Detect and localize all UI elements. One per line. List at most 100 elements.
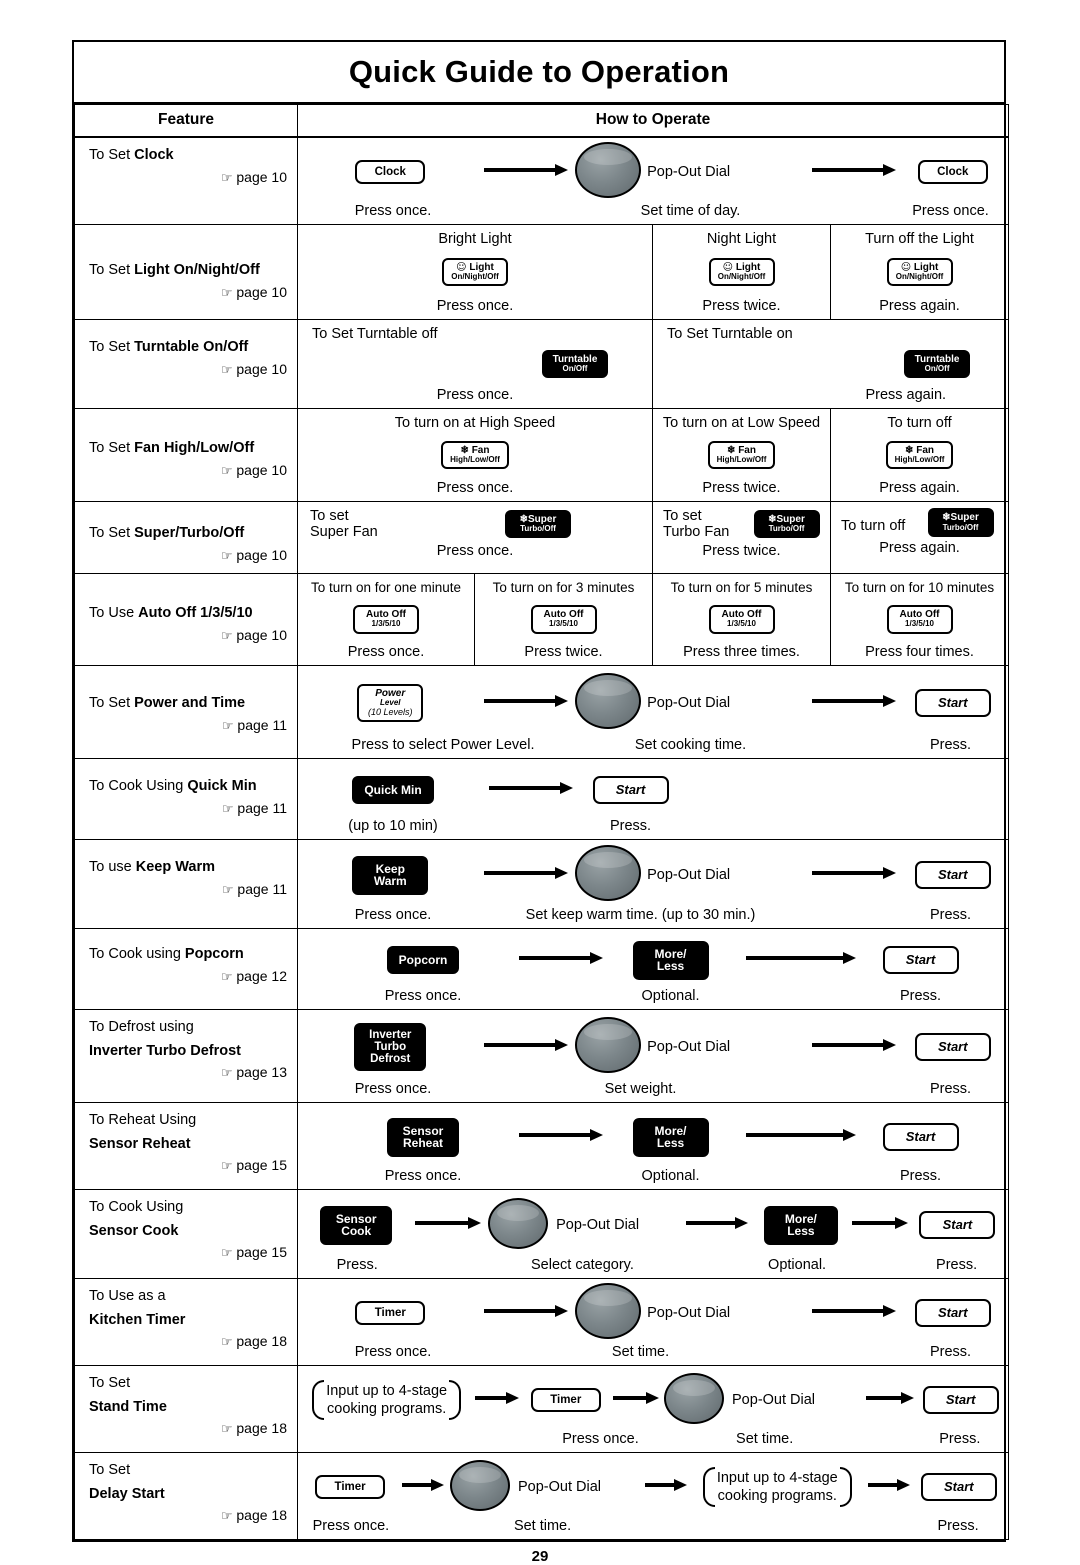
table-row: To Defrost using Inverter Turbo Defrost … bbox=[74, 1009, 1010, 1104]
caption: Press. bbox=[899, 1168, 942, 1185]
caption: Press. bbox=[929, 737, 972, 754]
feature-text-bold: Clock bbox=[134, 147, 174, 163]
quick-min-button[interactable]: Quick Min bbox=[352, 775, 434, 805]
pop-out-dial[interactable] bbox=[575, 845, 642, 902]
feature-text-bold: Light On/Night/Off bbox=[134, 262, 260, 278]
sensor-cook-button[interactable]: Sensor Cook bbox=[320, 1205, 393, 1245]
clock-button[interactable]: Clock bbox=[355, 159, 426, 185]
feature-sensor-reheat: To Reheat Using Sensor Reheat ☞ page 15 bbox=[74, 1102, 298, 1191]
more-less-button[interactable]: More/ Less bbox=[763, 1205, 838, 1245]
fan-button[interactable]: ❄ Fan High/Low/Off bbox=[441, 440, 509, 470]
table-row: To use Keep Warm ☞ page 11 Keep Warm Pop… bbox=[74, 839, 1010, 930]
timer-button[interactable]: Timer bbox=[530, 1388, 601, 1413]
timer-button[interactable]: Timer bbox=[315, 1475, 386, 1500]
light-button[interactable]: ☺ Light On/Night/Off bbox=[886, 257, 953, 287]
feature-auto-off: To Use Auto Off 1/3/5/10 ☞ page 10 bbox=[74, 573, 298, 667]
cooking-program-note: Input up to 4-stage cooking programs. bbox=[702, 1466, 852, 1508]
pop-out-dial[interactable] bbox=[664, 1372, 725, 1424]
start-button[interactable]: Start bbox=[914, 1033, 991, 1061]
pop-out-dial-label: Pop-Out Dial bbox=[647, 1305, 731, 1322]
start-button[interactable]: Start bbox=[592, 776, 669, 804]
start-button[interactable]: Start bbox=[919, 1211, 996, 1239]
pop-out-dial[interactable] bbox=[488, 1197, 549, 1249]
start-button[interactable]: Start bbox=[914, 1299, 991, 1327]
page-reference: ☞ page 11 bbox=[221, 716, 287, 734]
start-button[interactable]: Start bbox=[914, 689, 991, 717]
auto-off-button[interactable]: Auto Off 1/3/5/10 bbox=[353, 604, 419, 634]
auto-off-button[interactable]: Auto Off 1/3/5/10 bbox=[886, 604, 953, 634]
table-row: To Set Light On/Night/Off ☞ page 10 Brig… bbox=[74, 224, 1010, 320]
sensor-reheat-steps: Sensor Reheat More/ Less Start Press onc… bbox=[296, 1102, 1010, 1191]
light-button[interactable]: ☺ Light On/Night/Off bbox=[708, 257, 775, 287]
pop-out-dial[interactable] bbox=[575, 1283, 642, 1340]
more-less-button[interactable]: More/ Less bbox=[632, 1117, 709, 1157]
pop-out-dial[interactable] bbox=[575, 142, 642, 198]
start-button[interactable]: Start bbox=[920, 1473, 997, 1501]
page-reference: ☞ page 15 bbox=[220, 1244, 287, 1262]
feature-text-bold: Super/Turbo/Off bbox=[134, 525, 245, 541]
turntable-off: To Set Turntable off Turntable On/Off Pr… bbox=[297, 319, 653, 409]
pop-out-dial-label: Pop-Out Dial bbox=[647, 164, 731, 180]
page-reference: ☞ page 12 bbox=[220, 967, 287, 985]
feature-text-bold: Fan High/Low/Off bbox=[134, 440, 255, 456]
start-button[interactable]: Start bbox=[882, 1123, 959, 1151]
fan-button[interactable]: ❄ Fan High/Low/Off bbox=[707, 440, 776, 470]
feature-text-pre: To Set bbox=[89, 440, 135, 456]
pop-out-dial-label: Pop-Out Dial bbox=[556, 1217, 640, 1234]
feature-kitchen-timer: To Use as a Kitchen Timer ☞ page 18 bbox=[74, 1278, 298, 1367]
keep-warm-button[interactable]: Keep Warm bbox=[352, 855, 429, 895]
fan-button[interactable]: ❄ Fan High/Low/Off bbox=[885, 440, 954, 470]
popcorn-steps: Popcorn More/ Less Start Press once. Opt… bbox=[296, 928, 1010, 1011]
inverter-turbo-defrost-button[interactable]: Inverter Turbo Defrost bbox=[354, 1023, 427, 1072]
pop-out-dial-label: Pop-Out Dial bbox=[732, 1392, 816, 1409]
feature-quick-min: To Cook Using Quick Min ☞ page 11 bbox=[74, 758, 298, 841]
start-button[interactable]: Start bbox=[882, 946, 959, 974]
caption: Press. bbox=[336, 1257, 378, 1274]
auto-off-button[interactable]: Auto Off 1/3/5/10 bbox=[530, 604, 597, 634]
super-fan: To set Super Fan ❄Super Turbo/Off Press … bbox=[297, 500, 653, 575]
caption: Press once. bbox=[354, 203, 432, 219]
pop-out-dial[interactable] bbox=[449, 1459, 510, 1511]
timer-button[interactable]: Timer bbox=[355, 1301, 426, 1326]
caption: Press twice. bbox=[524, 644, 603, 661]
feature-text-pre: To Cook Using bbox=[89, 1199, 184, 1216]
auto-off-button[interactable]: Auto Off 1/3/5/10 bbox=[708, 604, 775, 634]
super-turbo-button[interactable]: ❄Super Turbo/Off bbox=[927, 508, 994, 537]
pop-out-dial[interactable] bbox=[575, 1017, 642, 1074]
step-label: To turn on for one minute bbox=[310, 580, 462, 596]
table-row: To Set Power and Time ☞ page 11 Power Le… bbox=[74, 665, 1010, 760]
caption: Press once. bbox=[436, 298, 514, 314]
more-less-button[interactable]: More/ Less bbox=[632, 940, 709, 980]
pop-out-dial-label: Pop-Out Dial bbox=[647, 867, 731, 884]
feature-text-bold: Sensor Reheat bbox=[89, 1135, 191, 1152]
feature-text-pre: To Use as a bbox=[89, 1288, 166, 1305]
popcorn-button[interactable]: Popcorn bbox=[386, 945, 460, 975]
feature-text-bold: Sensor Cook bbox=[89, 1222, 179, 1239]
page-reference: ☞ page 18 bbox=[220, 1420, 287, 1438]
sensor-reheat-button[interactable]: Sensor Reheat bbox=[387, 1117, 460, 1157]
stand-time-steps: Input up to 4-stage cooking programs. Ti… bbox=[296, 1365, 1010, 1454]
step-label: Bright Light bbox=[438, 231, 512, 247]
feature-delay-start: To Set Delay Start ☞ page 18 bbox=[74, 1452, 298, 1541]
turntable-button[interactable]: Turntable On/Off bbox=[904, 349, 971, 379]
caption: Press. bbox=[929, 1344, 972, 1361]
power-level-button[interactable]: Power Level (10 Levels) bbox=[357, 683, 424, 723]
turbo-fan: To set Turbo Fan ❄Super Turbo/Off Press … bbox=[652, 500, 831, 575]
pop-out-dial[interactable] bbox=[575, 673, 642, 730]
caption: Set time. bbox=[611, 1344, 670, 1361]
caption: Press once. bbox=[354, 1344, 432, 1361]
page-reference: ☞ page 18 bbox=[220, 1507, 287, 1525]
feature-text-pre: To Reheat Using bbox=[89, 1112, 197, 1129]
pop-out-dial-label: Pop-Out Dial bbox=[647, 695, 731, 712]
start-button[interactable]: Start bbox=[922, 1386, 999, 1414]
clock-button-2[interactable]: Clock bbox=[917, 159, 988, 185]
sensor-cook-steps: Sensor Cook Pop-Out Dial More/ Less Star… bbox=[296, 1189, 1010, 1280]
start-button[interactable]: Start bbox=[914, 861, 991, 889]
turntable-button[interactable]: Turntable On/Off bbox=[542, 349, 608, 379]
page-reference: ☞ page 10 bbox=[220, 461, 287, 479]
super-turbo-button[interactable]: ❄Super Turbo/Off bbox=[505, 509, 571, 539]
page: Quick Guide to Operation Feature How to … bbox=[0, 0, 1080, 1565]
auto-off-1: To turn on for one minute Auto Off 1/3/5… bbox=[297, 573, 475, 667]
light-button[interactable]: ☺ Light On/Night/Off bbox=[442, 257, 508, 287]
super-turbo-button[interactable]: ❄Super Turbo/Off bbox=[753, 509, 820, 539]
